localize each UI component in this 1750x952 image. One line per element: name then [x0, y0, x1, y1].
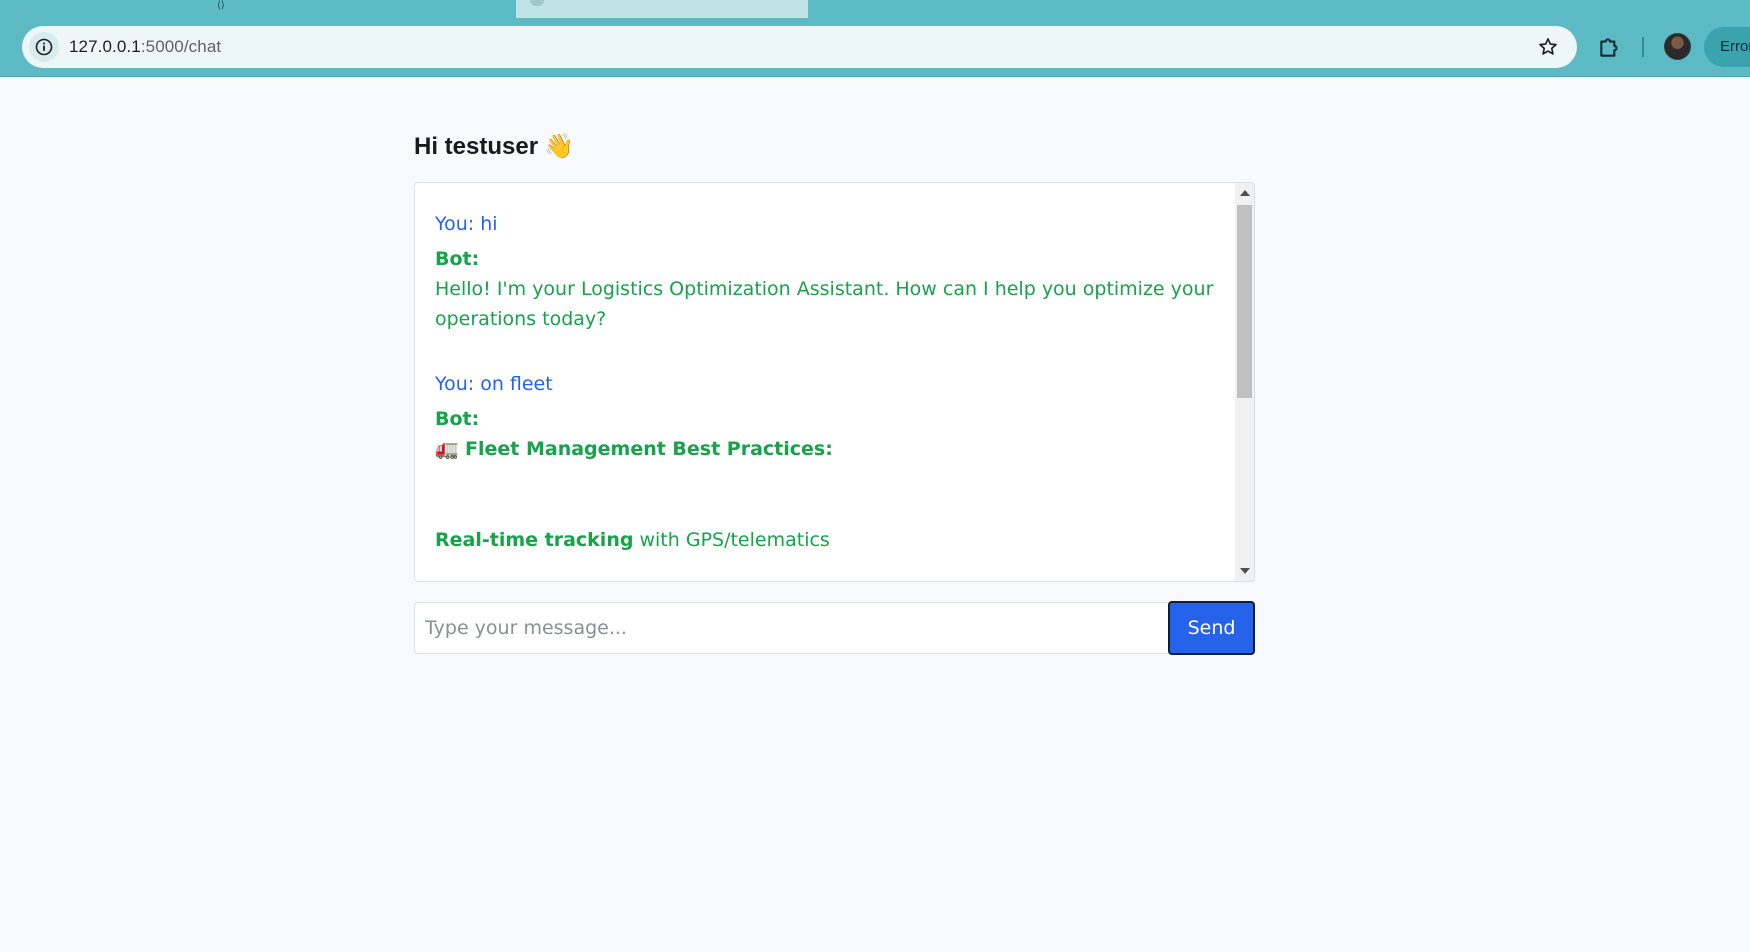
bot-text: Hello! I'm your Logistics Optimization A… [435, 278, 1214, 330]
star-icon[interactable] [1537, 36, 1559, 58]
url-host: 127.0.0.1 [69, 37, 141, 56]
bot-message: Bot: 🚛 Fleet Management Best Practices: R… [435, 404, 1225, 555]
bot-message: Bot: Hello! I'm your Logistics Optimizat… [435, 244, 1225, 334]
url-text[interactable]: 127.0.0.1:5000/chat [69, 37, 221, 57]
bot-label: Bot: [435, 408, 480, 430]
message-composer: Send [414, 601, 1255, 655]
toolbar-divider [1642, 37, 1644, 57]
bot-heading: 🚛 Fleet Management Best Practices: [435, 434, 1225, 464]
bot-list-item-text: with GPS/telematics [633, 529, 830, 551]
tab-strip: ⟨⟩ [0, 0, 1750, 18]
truck-icon: 🚛 [435, 438, 459, 460]
browser-tab[interactable] [808, 0, 1750, 18]
bot-heading-text: Fleet Management Best Practices: [465, 438, 833, 460]
address-bar[interactable]: 127.0.0.1:5000/chat [22, 26, 1577, 68]
scroll-down-icon[interactable] [1240, 568, 1250, 574]
send-button[interactable]: Send [1168, 601, 1255, 655]
bot-label: Bot: [435, 248, 480, 270]
scroll-thumb[interactable] [1237, 205, 1252, 398]
greeting-text: Hi testuser [414, 133, 539, 160]
avatar[interactable] [1664, 33, 1691, 60]
info-icon[interactable] [29, 32, 59, 62]
message-input[interactable] [414, 602, 1169, 654]
user-message: You: on fleet [435, 373, 553, 395]
url-path: :5000/chat [140, 37, 222, 56]
browser-tab[interactable] [0, 0, 516, 18]
scroll-up-icon[interactable] [1240, 190, 1250, 196]
chat-page: Hi testuser 👋 You: hi Bot: Hello! I'm you… [0, 77, 1750, 952]
page-title: Hi testuser 👋 [414, 132, 574, 161]
bot-list-item-bold: Real-time tracking [435, 529, 634, 551]
puzzle-icon[interactable] [1597, 34, 1623, 60]
chat-scrollbar[interactable] [1235, 183, 1254, 581]
chat-window[interactable]: You: hi Bot: Hello! I'm your Logistics O… [414, 182, 1255, 582]
browser-chrome: ⟨⟩ 127.0.0.1:5000/chat Error [0, 0, 1750, 77]
browser-tab-active[interactable] [516, 0, 808, 18]
tab-favicon-icon: ⟨⟩ [217, 0, 225, 11]
chat-messages: You: hi Bot: Hello! I'm your Logistics O… [435, 209, 1225, 555]
wave-icon: 👋 [544, 133, 574, 160]
error-button[interactable]: Error [1704, 27, 1750, 67]
user-message: You: hi [435, 213, 498, 235]
bot-list-item: Real-time tracking with GPS/telematics [435, 525, 1225, 555]
